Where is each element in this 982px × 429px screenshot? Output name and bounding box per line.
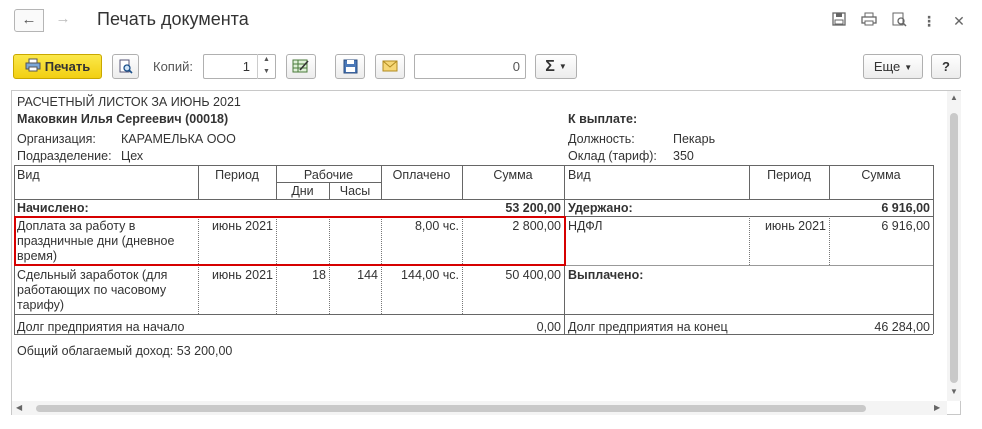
stepper-down-icon[interactable]: ▼ xyxy=(258,66,275,77)
scroll-left-icon[interactable]: ◀ xyxy=(16,403,22,412)
chevron-down-icon: ▼ xyxy=(558,62,567,72)
sum-mode-button[interactable]: Σ ▼ xyxy=(535,54,577,79)
accrued-label: Начислено: xyxy=(17,201,89,215)
chevron-down-icon: ▼ xyxy=(904,63,913,73)
more-vertical-icon[interactable]: ⋮ xyxy=(920,12,938,30)
paid-out-label: Выплачено: xyxy=(568,268,644,282)
employee-name: Маковкин Илья Сергеевич (00018) xyxy=(17,112,229,126)
header-kind-right: Вид xyxy=(568,168,591,182)
horizontal-scrollbar[interactable]: ◀ ▶ xyxy=(12,401,947,415)
withheld-total: 6 916,00 xyxy=(881,201,930,215)
dept-label: Подразделение: xyxy=(17,149,112,163)
row2-paid: 144,00 чс. xyxy=(401,268,459,282)
header-sum: Сумма xyxy=(493,168,533,182)
print-button-label: Печать xyxy=(44,59,91,74)
debt-start-label: Долг предприятия на начало xyxy=(17,320,185,334)
sheet-title: РАСЧЕТНЫЙ ЛИСТОК ЗА ИЮНЬ 2021 xyxy=(17,95,241,109)
vertical-scrollbar[interactable]: ▲ ▼ xyxy=(947,91,961,401)
help-button[interactable]: ? xyxy=(931,54,961,79)
close-icon[interactable]: ✕ xyxy=(950,12,968,30)
position-label: Должность: xyxy=(568,132,635,146)
stepper-up-icon[interactable]: ▲ xyxy=(258,54,275,66)
accrued-total: 53 200,00 xyxy=(505,201,561,215)
floppy-icon xyxy=(343,59,358,77)
header-paid: Оплачено xyxy=(392,168,451,182)
row2-kind: Сдельный заработок (для работающих по ча… xyxy=(17,268,168,312)
header-days: Дни xyxy=(291,184,314,198)
print-button[interactable]: Печать xyxy=(13,54,102,79)
org-value: КАРАМЕЛЬКА ООО xyxy=(121,132,236,146)
withheld-label: Удержано: xyxy=(568,201,633,215)
table-right-border xyxy=(933,165,934,334)
title-bar: ← → Печать документа ⋮ ✕ xyxy=(0,0,982,42)
debt-end-value: 46 284,00 xyxy=(874,320,930,334)
debt-row-border xyxy=(14,334,933,335)
row2-period: июнь 2021 xyxy=(211,268,273,282)
scroll-right-icon[interactable]: ▶ xyxy=(934,403,940,412)
rows-bottom-border xyxy=(14,314,933,315)
printer-icon[interactable] xyxy=(860,12,878,30)
dept-value: Цех xyxy=(121,149,144,163)
pay-label: К выплате: xyxy=(568,112,638,126)
row1-right-period: июнь 2021 xyxy=(764,219,826,233)
row2-days: 18 xyxy=(312,268,326,282)
email-button[interactable] xyxy=(375,54,405,79)
org-label: Организация: xyxy=(17,132,96,146)
copies-stepper[interactable]: ▲ ▼ xyxy=(257,54,275,79)
row1-right-kind: НДФЛ xyxy=(568,219,603,233)
rate-label: Оклад (тариф): xyxy=(568,149,657,163)
header-sum-right: Сумма xyxy=(861,168,901,182)
edit-sheet-icon xyxy=(292,59,310,77)
debt-start-value: 0,00 xyxy=(536,320,561,334)
taxable-income: Общий облагаемый доход: 53 200,00 xyxy=(17,344,233,358)
position-value: Пекарь xyxy=(673,132,716,146)
header-kind: Вид xyxy=(17,168,40,182)
more-button-label: Еще xyxy=(873,59,901,74)
preview-icon[interactable] xyxy=(890,12,908,30)
selection-highlight xyxy=(14,216,566,266)
envelope-icon xyxy=(382,60,398,75)
magnifier-icon xyxy=(118,59,133,77)
printer-icon xyxy=(25,56,41,79)
vertical-scroll-thumb[interactable] xyxy=(950,113,958,383)
payslip-sheet: РАСЧЕТНЫЙ ЛИСТОК ЗА ИЮНЬ 2021 Маковкин И… xyxy=(12,91,947,401)
save-button[interactable] xyxy=(335,54,365,79)
edit-button[interactable] xyxy=(286,54,316,79)
back-button[interactable]: ← xyxy=(14,9,44,32)
more-button[interactable]: Еще ▼ xyxy=(863,54,923,79)
copies-label: Копий: xyxy=(153,59,193,74)
scroll-up-icon[interactable]: ▲ xyxy=(950,93,958,102)
table-top-border xyxy=(14,165,933,166)
header-period: Период xyxy=(215,168,259,182)
forward-button[interactable]: → xyxy=(48,9,78,32)
row2-hours: 144 xyxy=(357,268,378,282)
header-hours: Часы xyxy=(339,184,371,198)
window-title: Печать документа xyxy=(97,9,249,29)
sigma-label: Σ xyxy=(545,58,555,75)
scroll-down-icon[interactable]: ▼ xyxy=(950,387,958,396)
row1-right-sum: 6 916,00 xyxy=(881,219,930,233)
toolbar: Печать Копий: 1 ▲ ▼ 0 Σ ▼ Еще ▼ ? xyxy=(0,54,982,84)
horizontal-scroll-thumb[interactable] xyxy=(36,405,866,412)
header-period-right: Период xyxy=(767,168,811,182)
sum-field[interactable]: 0 xyxy=(414,54,526,79)
rate-value: 350 xyxy=(673,149,694,163)
debt-end-label: Долг предприятия на конец xyxy=(568,320,728,334)
header-working: Рабочие xyxy=(303,168,354,182)
document-view[interactable]: РАСЧЕТНЫЙ ЛИСТОК ЗА ИЮНЬ 2021 Маковкин И… xyxy=(11,90,961,415)
preview-button[interactable] xyxy=(112,54,139,79)
row2-sum: 50 400,00 xyxy=(505,268,561,282)
save-icon[interactable] xyxy=(830,12,848,30)
header-bottom-border xyxy=(14,199,933,200)
